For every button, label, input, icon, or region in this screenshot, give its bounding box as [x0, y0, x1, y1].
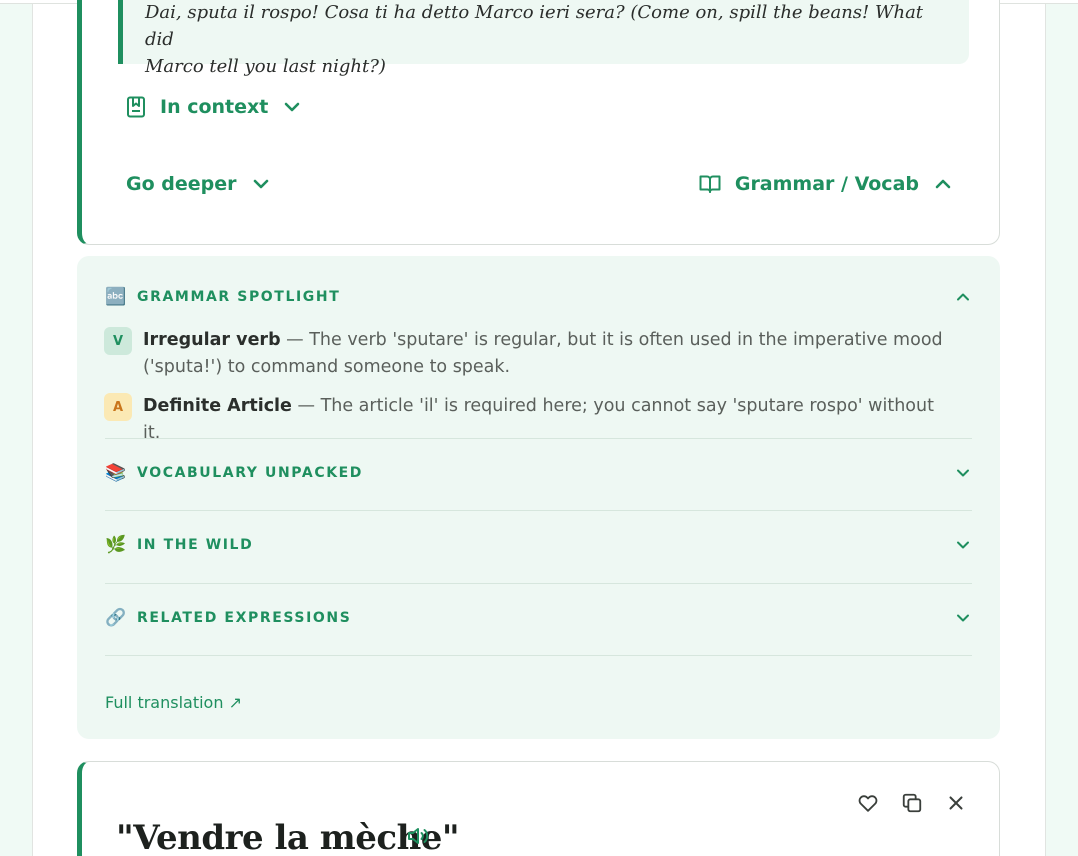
go-deeper-toggle[interactable]: Go deeper — [126, 173, 271, 195]
section-divider — [105, 583, 972, 584]
badge-verb: V — [104, 327, 132, 355]
grammar-term: Definite Article — [143, 396, 292, 416]
herb-icon: 🌿 — [105, 534, 127, 555]
books-icon: 📚 — [105, 462, 127, 483]
grammar-item-text: Irregular verb — The verb 'sputare' is r… — [143, 327, 944, 381]
expression-card: "Vendre la mèche" — [77, 761, 1000, 856]
section-divider — [105, 510, 972, 511]
expression-card: Dai, sputa il rospo! Cosa ti ha detto Ma… — [77, 0, 1000, 245]
chevron-up-icon — [954, 288, 972, 306]
bookmark-icon — [126, 96, 146, 118]
section-title: IN THE WILD — [137, 537, 254, 553]
copy-icon[interactable] — [901, 792, 923, 814]
heart-icon[interactable] — [857, 792, 879, 814]
card-actions — [857, 792, 967, 814]
section-header-related-expressions[interactable]: 🔗 RELATED EXPRESSIONS — [105, 603, 972, 633]
chevron-down-icon — [954, 464, 972, 482]
chevron-down-icon — [954, 609, 972, 627]
chevron-down-icon — [282, 97, 302, 117]
example-quote-line-2: Marco tell you last night?) — [145, 56, 386, 77]
section-related-expressions: 🔗 RELATED EXPRESSIONS — [105, 603, 972, 633]
section-in-the-wild: 🌿 IN THE WILD — [105, 530, 972, 560]
section-header-in-the-wild[interactable]: 🌿 IN THE WILD — [105, 530, 972, 560]
grammar-vocab-label: Grammar / Vocab — [734, 173, 919, 195]
grammar-item-verb: V Irregular verb — The verb 'sputare' is… — [104, 327, 944, 381]
badge-article: A — [104, 393, 132, 421]
chevron-up-icon — [933, 174, 953, 194]
go-deeper-label: Go deeper — [126, 173, 237, 195]
section-divider — [105, 655, 972, 656]
section-divider — [105, 438, 972, 439]
in-context-toggle[interactable]: In context — [126, 96, 302, 118]
grammar-vocab-panel: 🔤 GRAMMAR SPOTLIGHT V Irregular verb — T… — [77, 256, 1000, 739]
example-quote-line-1: Dai, sputa il rospo! Cosa ti ha detto Ma… — [145, 2, 924, 50]
chevron-down-icon — [251, 174, 271, 194]
grammar-term: Irregular verb — [143, 330, 281, 350]
section-header-grammar-spotlight[interactable]: 🔤 GRAMMAR SPOTLIGHT — [105, 282, 972, 312]
section-vocabulary-unpacked: 📚 VOCABULARY UNPACKED — [105, 458, 972, 488]
link-icon: 🔗 — [105, 607, 127, 628]
example-quote: Dai, sputa il rospo! Cosa ti ha detto Ma… — [118, 0, 969, 77]
open-book-icon — [699, 174, 721, 194]
chevron-down-icon — [954, 536, 972, 554]
full-translation-link[interactable]: Full translation ↗ — [105, 693, 242, 712]
speaker-icon[interactable] — [406, 825, 430, 847]
section-header-vocabulary-unpacked[interactable]: 📚 VOCABULARY UNPACKED — [105, 458, 972, 488]
in-context-label: In context — [160, 96, 269, 118]
close-icon[interactable] — [945, 792, 967, 814]
section-grammar-spotlight: 🔤 GRAMMAR SPOTLIGHT — [105, 282, 972, 312]
section-title: VOCABULARY UNPACKED — [137, 465, 364, 481]
grammar-vocab-toggle[interactable]: Grammar / Vocab — [699, 173, 953, 195]
abc-icon: 🔤 — [105, 286, 127, 307]
section-title: GRAMMAR SPOTLIGHT — [137, 289, 341, 305]
section-title: RELATED EXPRESSIONS — [137, 610, 352, 626]
